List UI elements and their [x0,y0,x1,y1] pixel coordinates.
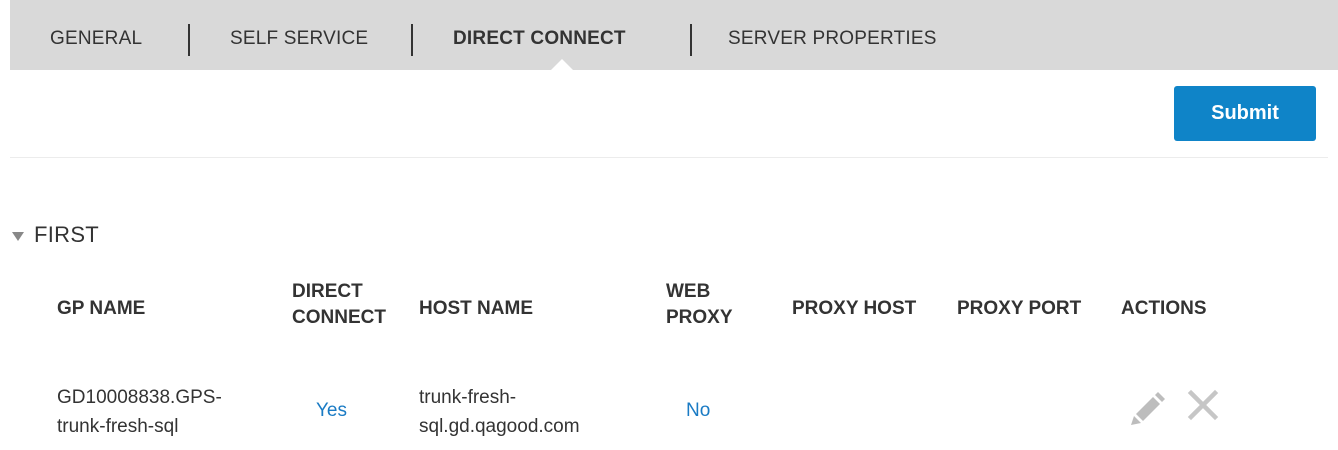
tab-divider [690,24,692,56]
submit-button[interactable]: Submit [1174,86,1316,141]
tab-self-service[interactable]: SELF SERVICE [230,0,368,70]
cell-gp-name: GD10008838.GPS- trunk-fresh-sql [57,383,222,441]
edit-button[interactable] [1128,387,1166,430]
caret-down-icon [12,231,24,241]
active-tab-indicator [550,59,574,71]
tab-divider [411,24,413,56]
pencil-icon [1131,392,1165,425]
column-header-web-proxy-line2: PROXY [666,307,733,328]
tab-direct-connect[interactable]: DIRECT CONNECT [453,0,626,70]
section-title: FIRST [34,222,100,247]
column-header-direct-connect-line1: DIRECT [292,281,363,302]
tab-server-properties[interactable]: SERVER PROPERTIES [728,0,937,70]
delete-button[interactable] [1186,388,1220,427]
column-header-host-name: HOST NAME [419,298,533,319]
column-header-gp-name: GP NAME [57,298,146,319]
tab-general[interactable]: GENERAL [50,0,142,70]
cell-direct-connect: Yes [316,400,347,421]
cell-gp-name-line2: trunk-fresh-sql [57,416,179,437]
cell-host-name: trunk-fresh- sql.gd.qagood.com [419,383,580,441]
tab-divider [188,24,190,56]
column-header-direct-connect: DIRECT CONNECT [292,279,386,331]
cell-host-name-line2: sql.gd.qagood.com [419,416,580,437]
close-icon [1187,389,1219,421]
column-header-direct-connect-line2: CONNECT [292,307,386,328]
section-toggle[interactable]: FIRST [12,222,99,248]
column-header-proxy-port: PROXY PORT [957,298,1082,319]
column-header-actions: ACTIONS [1121,298,1207,319]
column-header-web-proxy: WEB PROXY [666,279,733,331]
divider [10,157,1328,158]
column-header-proxy-host: PROXY HOST [792,298,917,319]
cell-host-name-line1: trunk-fresh- [419,387,517,408]
column-header-web-proxy-line1: WEB [666,281,711,302]
cell-web-proxy: No [686,400,711,421]
cell-gp-name-line1: GD10008838.GPS- [57,387,222,408]
tab-bar: GENERAL SELF SERVICE DIRECT CONNECT SERV… [10,0,1338,71]
